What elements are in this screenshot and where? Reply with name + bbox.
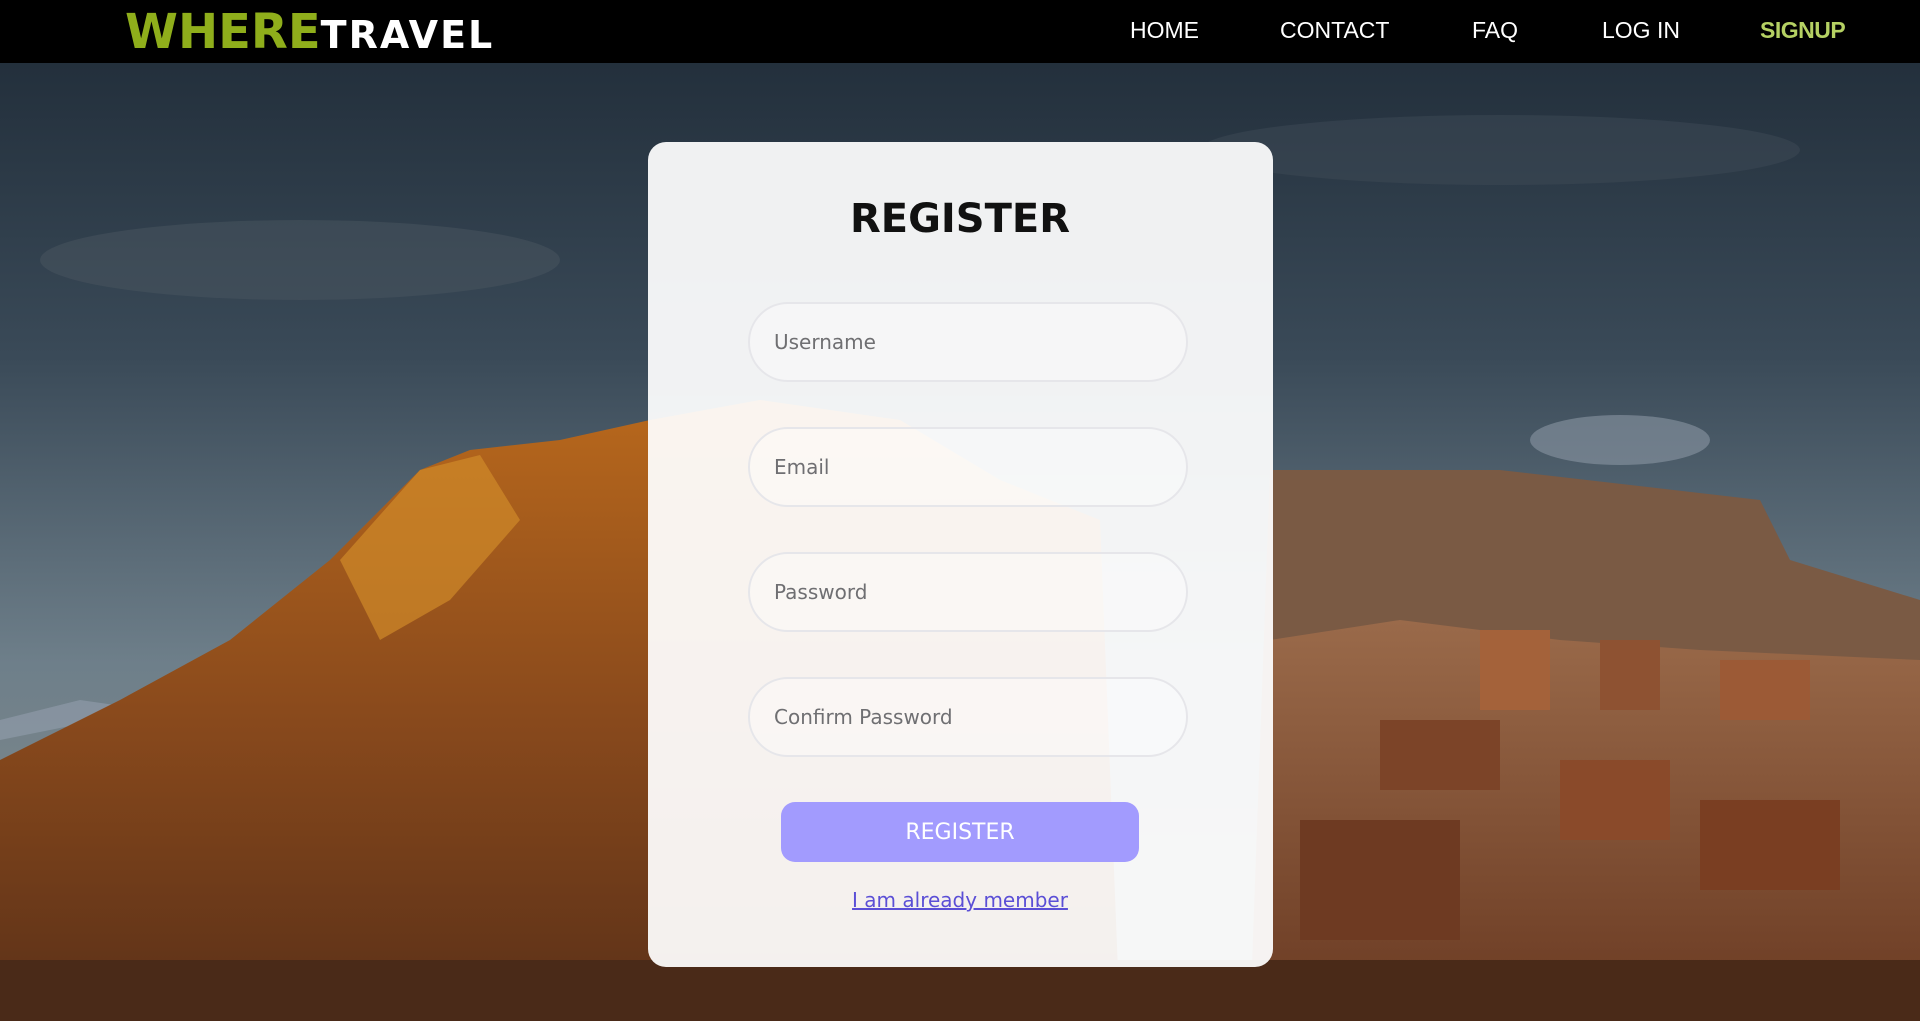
member-link-wrapper: I am already member [0,888,1920,912]
nav-contact-link[interactable]: CONTACT [1280,17,1389,44]
register-title: REGISTER [849,196,1071,242]
site-logo[interactable]: WHERETRAVEL [125,4,494,60]
nav-signup-link[interactable]: SIGNUP [1760,17,1846,44]
top-nav: WHERETRAVEL HOME CONTACT FAQ LOG IN SIGN… [0,0,1920,63]
already-member-link[interactable]: I am already member [852,888,1068,912]
password-input[interactable] [748,552,1188,632]
nav-login-link[interactable]: LOG IN [1602,17,1680,44]
register-button[interactable]: REGISTER [781,802,1139,862]
email-input[interactable] [748,427,1188,507]
nav-home-link[interactable]: HOME [1130,17,1199,44]
username-input[interactable] [748,302,1188,382]
logo-where-text: WHERE [125,4,321,60]
nav-faq-link[interactable]: FAQ [1472,17,1518,44]
confirm-password-input[interactable] [748,677,1188,757]
logo-travel-text: TRAVEL [320,13,495,57]
